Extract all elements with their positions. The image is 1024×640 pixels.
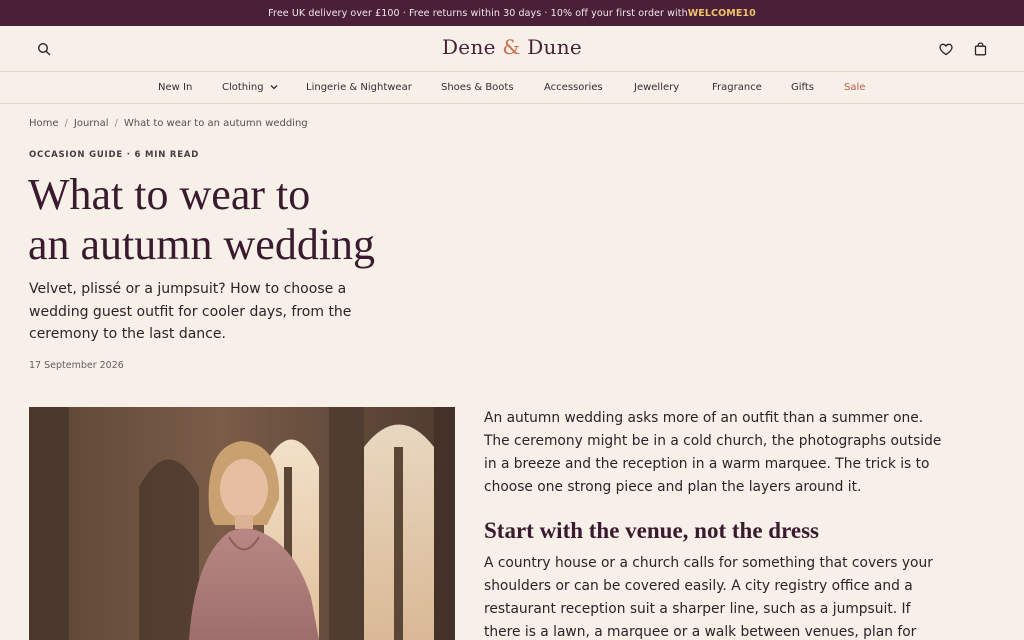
hero-image [29, 407, 455, 640]
chevron-down-icon [270, 85, 278, 90]
nav-item-accessories[interactable]: Accessories [544, 82, 603, 93]
page-title: What to wear to an autumn wedding [28, 170, 376, 269]
breadcrumb-separator: / [114, 118, 118, 129]
nav-item-sale[interactable]: Sale [844, 82, 865, 93]
bag-button[interactable] [968, 26, 992, 72]
article-paragraph-2: A country house or a church calls for so… [484, 555, 933, 640]
site-header: Dene & Dune [0, 26, 1024, 72]
bag-icon [974, 42, 986, 56]
article-date: 17 September 2026 [29, 360, 124, 371]
main-nav: New In Clothing Lingerie & Nightwear Sho… [0, 73, 1024, 104]
promo-banner: Free UK delivery over £100 · Free return… [0, 0, 1024, 26]
nav-item-jewellery[interactable]: Jewellery [634, 82, 679, 93]
breadcrumb: Home / Journal / What to wear to an autumn w… [29, 118, 308, 129]
wishlist-button[interactable] [934, 26, 958, 72]
nav-item-new-in[interactable]: New In [158, 82, 192, 93]
breadcrumb-home[interactable]: Home [29, 118, 59, 129]
nav-item-shoes[interactable]: Shoes & Boots [441, 82, 514, 93]
article-kicker: OCCASION GUIDE · 6 MIN READ [29, 150, 200, 160]
brand-logo[interactable]: Dene & Dune [0, 35, 1024, 59]
nav-item-gifts[interactable]: Gifts [791, 82, 814, 93]
heart-icon [939, 43, 953, 55]
section-heading: Start with the venue, not the dress [484, 518, 819, 543]
nav-item-lingerie[interactable]: Lingerie & Nightwear [306, 82, 412, 93]
promo-code[interactable]: WELCOME10 [688, 8, 756, 19]
nav-item-fragrance[interactable]: Fragrance [712, 82, 762, 93]
breadcrumb-journal[interactable]: Journal [74, 118, 109, 129]
article-paragraph-1: An autumn wedding asks more of an outfit… [484, 410, 942, 495]
promo-text: Free UK delivery over £100 · Free return… [268, 7, 688, 19]
article-standfirst: Velvet, plissé or a jumpsuit? How to cho… [29, 281, 352, 342]
breadcrumb-current: What to wear to an autumn wedding [123, 118, 308, 129]
nav-item-clothing[interactable]: Clothing [222, 82, 278, 93]
breadcrumb-separator: / [64, 118, 68, 129]
